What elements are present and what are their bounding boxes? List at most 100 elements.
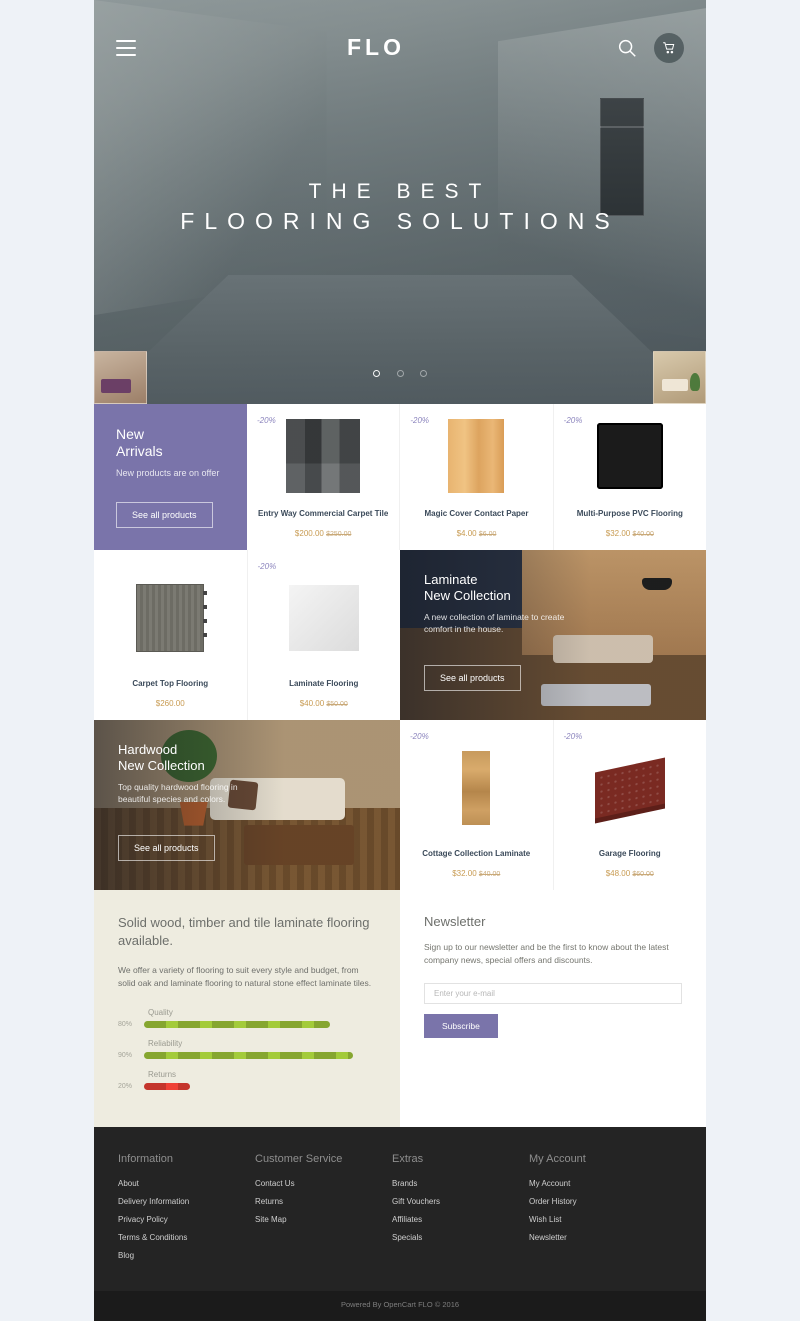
carousel-dot-2[interactable]: [396, 370, 404, 377]
footer-link[interactable]: Delivery Information: [118, 1197, 255, 1206]
price-old: $40.00: [632, 531, 654, 538]
laminate-see-all-button[interactable]: See all products: [424, 665, 521, 691]
product-image: [102, 572, 239, 664]
product-card[interactable]: -20% Cottage Collection Laminate $32.00 …: [400, 720, 553, 890]
new-arrivals-band: New Arrivals New products are on offer S…: [94, 404, 706, 550]
new-arrivals-see-all-button[interactable]: See all products: [116, 502, 213, 528]
product-image: [562, 742, 699, 834]
carousel-dot-3[interactable]: [419, 370, 427, 377]
discount-badge: -20%: [563, 416, 583, 425]
product-name: Entry Way Commercial Carpet Tile: [258, 509, 389, 518]
footer-link[interactable]: My Account: [529, 1179, 666, 1188]
product-card[interactable]: Carpet Top Flooring $260.00: [94, 550, 247, 720]
site-header: FLO: [94, 0, 706, 95]
skill-fill: [144, 1021, 330, 1028]
price-old: $6.00: [478, 531, 497, 538]
skill-bar-row: Reliability 90%: [118, 1039, 376, 1059]
price-current: $4.00: [456, 529, 477, 538]
skill-fill: [144, 1083, 191, 1090]
newsletter-email-input[interactable]: [424, 983, 682, 1004]
footer-column-title: Information: [118, 1153, 174, 1165]
product-name: Carpet Top Flooring: [132, 679, 209, 688]
skill-label: Reliability: [148, 1039, 183, 1048]
skill-percent: 90%: [118, 1052, 133, 1059]
product-price: $40.00 $50.00: [256, 699, 393, 708]
hero-title-line1: THE BEST: [308, 180, 492, 203]
footer-link[interactable]: Wish List: [529, 1215, 666, 1224]
product-price: $200.00 $250.00: [255, 529, 391, 538]
product-row-2: Carpet Top Flooring $260.00 -20% Laminat…: [94, 550, 400, 720]
footer-link[interactable]: Affiliates: [392, 1215, 529, 1224]
product-price: $4.00 $6.00: [408, 529, 544, 538]
product-image: [255, 418, 391, 494]
discount-badge: -20%: [410, 416, 430, 425]
hero-heading: THE BEST FLOORING SOLUTIONS: [94, 178, 706, 236]
search-icon[interactable]: [616, 37, 638, 59]
footer-column-information: Information About Delivery Information P…: [118, 1153, 255, 1269]
laminate-collection-banner[interactable]: Laminate New Collection A new collection…: [400, 550, 706, 720]
hero-appliance-line: [600, 126, 644, 128]
price-old: $60.00: [632, 871, 654, 878]
skill-track: [144, 1052, 376, 1059]
footer-link[interactable]: Order History: [529, 1197, 666, 1206]
price-current: $32.00: [605, 529, 631, 538]
skill-fill: [144, 1052, 353, 1059]
skill-label: Quality: [148, 1008, 173, 1017]
footer-link[interactable]: Newsletter: [529, 1233, 666, 1242]
product-image: [562, 418, 698, 494]
hardwood-banner-text: Top quality hardwood flooring in beautif…: [118, 782, 238, 804]
footer-link[interactable]: Brands: [392, 1179, 529, 1188]
product-name: Magic Cover Contact Paper: [424, 509, 529, 518]
carousel-dot-1[interactable]: [373, 370, 381, 377]
product-card[interactable]: -20% Garage Flooring $48.00 $60.00: [552, 720, 706, 890]
laminate-title-2: New Collection: [424, 588, 511, 603]
footer-link[interactable]: Gift Vouchers: [392, 1197, 529, 1206]
footer-link[interactable]: Site Map: [255, 1215, 392, 1224]
footer-column-customer-service: Customer Service Contact Us Returns Site…: [255, 1153, 392, 1269]
footer-column-my-account: My Account My Account Order History Wish…: [529, 1153, 666, 1269]
skill-track: [144, 1021, 376, 1028]
discount-badge: -20%: [257, 562, 277, 571]
hamburger-icon[interactable]: [116, 39, 136, 56]
skill-percent: 80%: [118, 1021, 133, 1028]
product-row-3: -20% Cottage Collection Laminate $32.00 …: [400, 720, 706, 890]
hardwood-see-all-button[interactable]: See all products: [118, 835, 215, 861]
price-current: $40.00: [299, 699, 325, 708]
laminate-title-1: Laminate: [424, 572, 478, 587]
discount-badge: -20%: [563, 732, 583, 741]
info-heading: Solid wood, timber and tile laminate flo…: [118, 915, 370, 948]
cart-button[interactable]: [654, 32, 684, 63]
footer-link[interactable]: Terms & Conditions: [118, 1233, 255, 1242]
price-old: $50.00: [326, 701, 348, 708]
hardwood-title-1: Hardwood: [118, 742, 178, 757]
newsletter-text: Sign up to our newsletter and be the fir…: [424, 942, 669, 965]
skill-bars: Quality 80% Reliability 90% Returns 20%: [118, 1008, 376, 1090]
product-card[interactable]: -20% Magic Cover Contact Paper $4.00 $6.…: [399, 404, 553, 550]
footer-link[interactable]: Privacy Policy: [118, 1215, 255, 1224]
new-arrivals-promo: New Arrivals New products are on offer S…: [94, 404, 256, 550]
skill-bar-row: Returns 20%: [118, 1070, 376, 1090]
product-name: Cottage Collection Laminate: [422, 849, 531, 858]
hardwood-collection-banner[interactable]: Hardwood New Collection Top quality hard…: [94, 720, 400, 890]
product-card[interactable]: -20% Laminate Flooring $40.00 $50.00: [246, 550, 400, 720]
footer-link[interactable]: Returns: [255, 1197, 392, 1206]
footer-link[interactable]: Blog: [118, 1251, 255, 1260]
newsletter-heading: Newsletter: [424, 914, 486, 929]
footer-link[interactable]: Specials: [392, 1233, 529, 1242]
skill-label: Returns: [148, 1070, 177, 1079]
footer-link[interactable]: About: [118, 1179, 255, 1188]
site-logo[interactable]: FLO: [136, 34, 616, 61]
new-arrivals-title-2: Arrivals: [116, 443, 163, 459]
product-card[interactable]: -20% Multi-Purpose PVC Flooring $32.00 $…: [552, 404, 706, 550]
footer-link[interactable]: Contact Us: [255, 1179, 392, 1188]
info-lead-text: We offer a variety of flooring to suit e…: [118, 965, 372, 988]
info-panel: Solid wood, timber and tile laminate flo…: [94, 890, 400, 1127]
product-price: $260.00: [102, 699, 239, 708]
hero-carousel[interactable]: FLO THE BEST FLOORING SOLUTIONS: [94, 0, 706, 404]
footer-column-extras: Extras Brands Gift Vouchers Affiliates S…: [392, 1153, 529, 1269]
price-old: $40.00: [478, 871, 501, 878]
product-card[interactable]: -20% Entry Way Commercial Carpet Tile $2…: [247, 404, 400, 550]
product-image: [408, 418, 544, 494]
subscribe-button[interactable]: Subscribe: [424, 1014, 498, 1038]
product-name: Multi-Purpose PVC Flooring: [576, 509, 683, 518]
